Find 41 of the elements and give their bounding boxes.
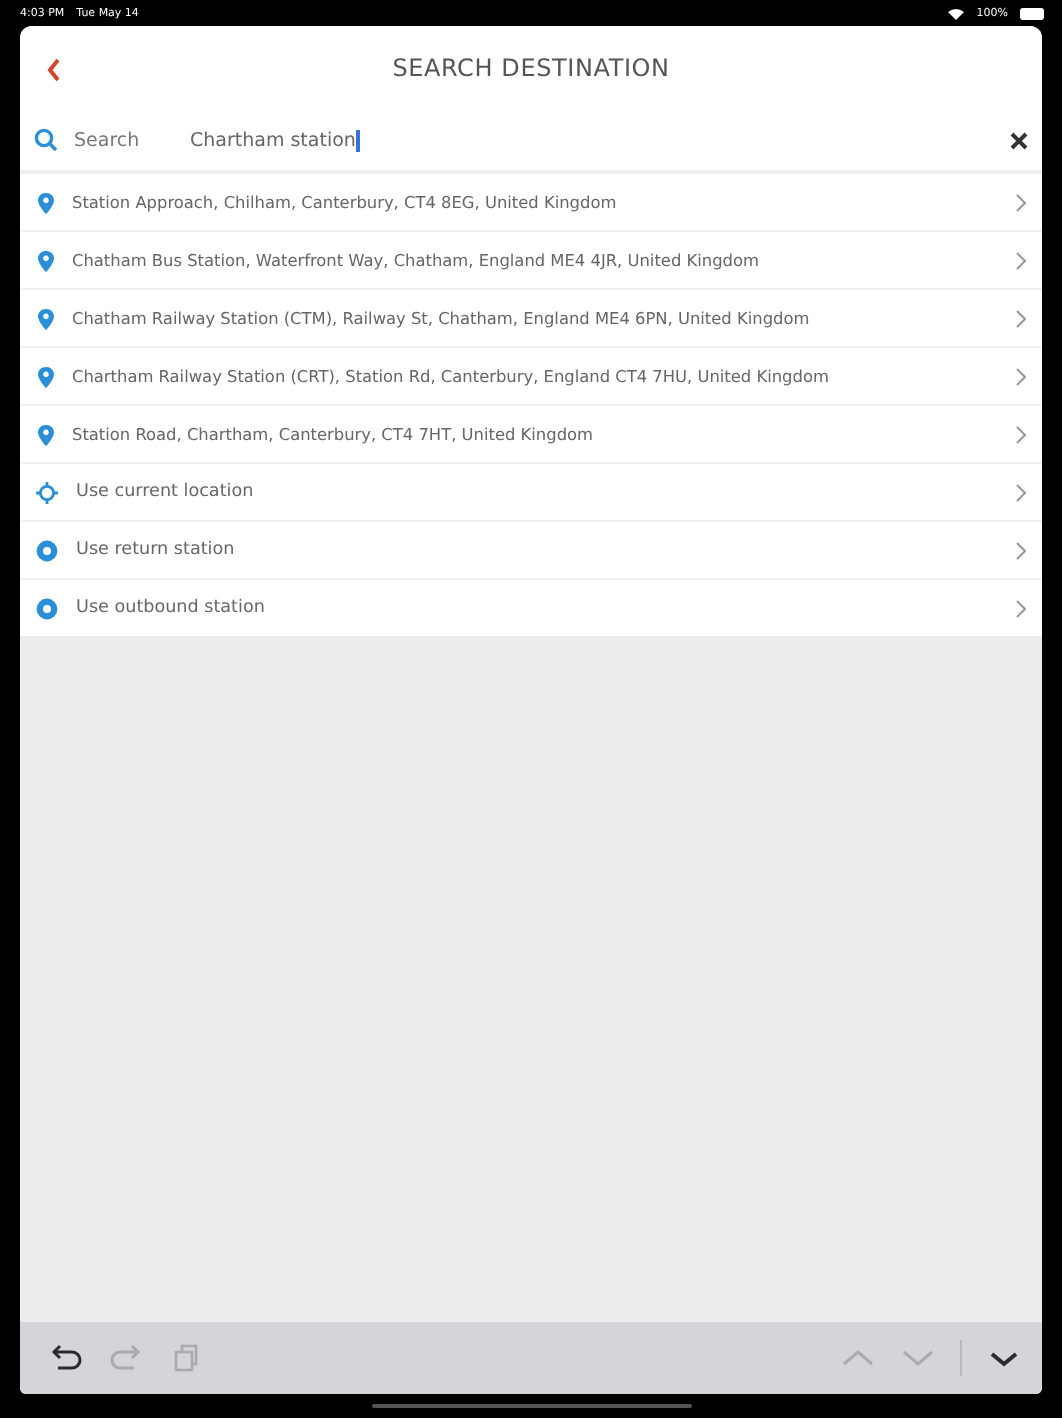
- chevron-icon: [1016, 599, 1026, 617]
- pin-icon: [36, 423, 58, 445]
- result-text: Chartham Railway Station (CRT), Station Rd, Canterbury, England CT4 7HU, United Kingdom: [72, 366, 831, 386]
- search-icon: [34, 128, 58, 152]
- result-row[interactable]: Use return station: [20, 520, 1042, 578]
- search-field[interactable]: Chartham station: [190, 120, 994, 160]
- result-row[interactable]: Chartham Railway Station (CRT), Station Rd, Canterbury, England CT4 7HU, United Kingdom: [20, 346, 1042, 404]
- station-icon: [36, 539, 58, 561]
- chevron-icon: [1016, 367, 1026, 385]
- result-text: Station Road, Chartham, Canterbury, CT4 7HT, United Kingdom: [72, 424, 596, 444]
- station-icon: [36, 597, 58, 619]
- wifi-icon: [948, 7, 965, 19]
- pin-icon: [36, 365, 58, 387]
- battery-icon: [1020, 7, 1046, 19]
- result-text: Use outbound station: [74, 598, 267, 618]
- result-text: Use return station: [74, 540, 237, 560]
- result-text: Station Approach, Chilham, Canterbury, CT4 8EG, United Kingdom: [72, 192, 619, 212]
- chevron-icon: [1016, 541, 1026, 559]
- back-icon[interactable]: [46, 58, 62, 82]
- chevron-icon: [1016, 193, 1026, 211]
- page-title: SEARCH DESTINATION: [392, 54, 670, 82]
- result-row[interactable]: Station Approach, Chilham, Canterbury, CT4 8EG, United Kingdom: [20, 172, 1042, 230]
- clear-icon[interactable]: [1010, 131, 1028, 149]
- chevron-icon: [1016, 425, 1026, 443]
- result-text: Chatham Railway Station (CTM), Railway St, Chatham, England ME4 6PN, United Kingdom: [72, 308, 812, 328]
- chevron-icon: [1016, 309, 1026, 327]
- result-row[interactable]: Chatham Bus Station, Waterfront Way, Chatham, England ME4 4JR, United Kingdom: [20, 230, 1042, 288]
- result-text: Use current location: [74, 482, 256, 502]
- chevron-icon: [1016, 251, 1026, 269]
- pin-icon: [36, 191, 58, 213]
- result-text: Chatham Bus Station, Waterfront Way, Chatham, England ME4 4JR, United Kingdom: [72, 250, 761, 270]
- search-label: Search: [74, 129, 142, 151]
- result-row[interactable]: Use outbound station: [20, 578, 1042, 636]
- result-row[interactable]: Chatham Railway Station (CTM), Railway St, Chatham, England ME4 6PN, United Kingdom: [20, 288, 1042, 346]
- pin-icon: [36, 249, 58, 271]
- pin-icon: [36, 307, 58, 329]
- chevron-icon: [1016, 483, 1026, 501]
- result-row[interactable]: Use current location: [20, 462, 1042, 520]
- undo-icon[interactable]: [48, 1342, 84, 1374]
- result-row[interactable]: Station Road, Chartham, Canterbury, CT4 7HT, United Kingdom: [20, 404, 1042, 462]
- crosshair-icon: [36, 481, 58, 503]
